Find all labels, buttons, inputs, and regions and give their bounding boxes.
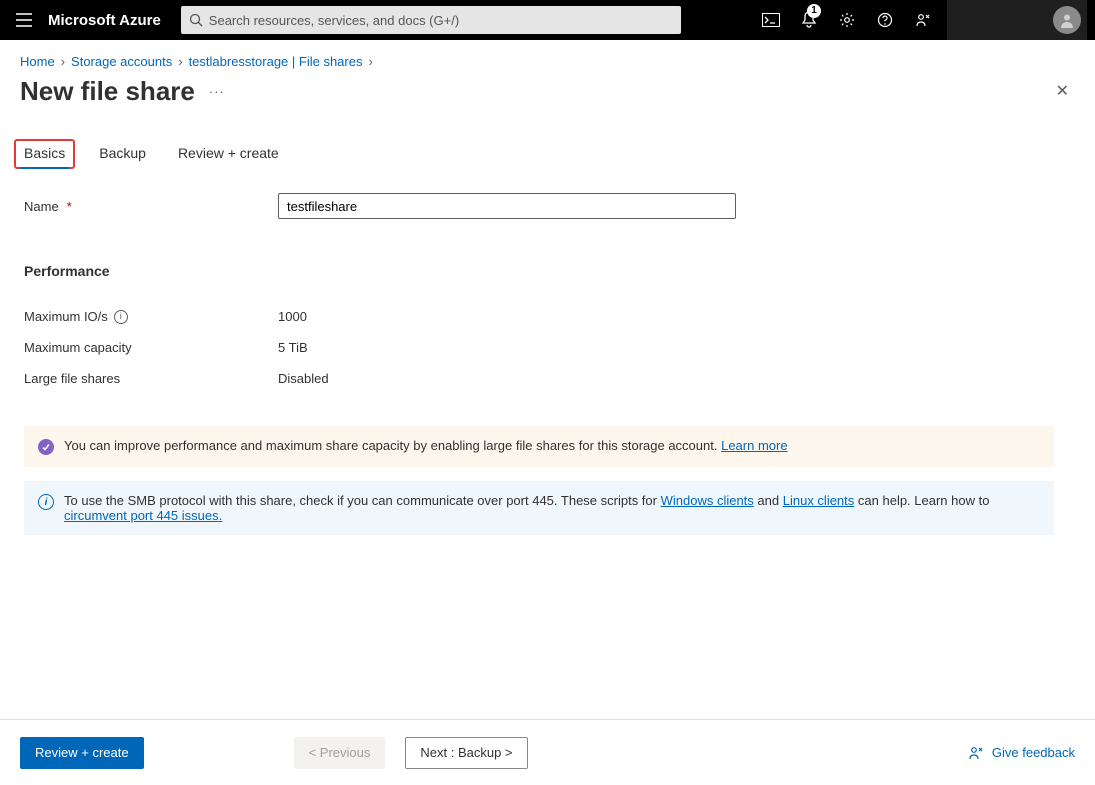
settings-gear-icon[interactable] [829, 0, 865, 40]
notifications-icon[interactable]: 1 [791, 0, 827, 40]
previous-button: < Previous [294, 737, 386, 769]
chevron-right-icon: › [178, 54, 182, 69]
tip-icon [38, 439, 54, 455]
windows-clients-link[interactable]: Windows clients [661, 493, 754, 508]
page-title: New file share [20, 76, 195, 107]
search-icon [189, 13, 203, 27]
required-marker: * [67, 199, 72, 214]
brand-label: Microsoft Azure [48, 12, 161, 29]
max-capacity-value: 5 TiB [278, 340, 308, 355]
tip-text: You can improve performance and maximum … [64, 438, 721, 453]
name-label: Name* [24, 199, 278, 214]
performance-heading: Performance [24, 263, 736, 279]
search-input[interactable] [209, 13, 673, 28]
breadcrumb-file-shares[interactable]: testlabresstorage | File shares [189, 54, 363, 69]
learn-more-link[interactable]: Learn more [721, 438, 787, 453]
global-search[interactable] [181, 6, 681, 34]
breadcrumb-storage-accounts[interactable]: Storage accounts [71, 54, 172, 69]
info-text-3: can help. Learn how to [858, 493, 990, 508]
top-header: Microsoft Azure 1 [0, 0, 1095, 40]
wizard-footer: Review + create < Previous Next : Backup… [0, 719, 1095, 785]
header-icon-group: 1 [753, 0, 941, 40]
tab-bar: Basics Backup Review + create [0, 117, 1095, 169]
account-block[interactable] [947, 0, 1087, 40]
basics-form: Name* Performance Maximum IO/s i 1000 Ma… [0, 169, 760, 394]
name-input[interactable] [278, 193, 736, 219]
tab-basics[interactable]: Basics [20, 139, 69, 169]
tab-review-create[interactable]: Review + create [176, 139, 281, 169]
max-io-label: Maximum IO/s i [24, 309, 278, 324]
chevron-right-icon: › [61, 54, 65, 69]
large-shares-value: Disabled [278, 371, 329, 386]
avatar-icon [1053, 6, 1081, 34]
info-text-2: and [757, 493, 782, 508]
review-create-button[interactable]: Review + create [20, 737, 144, 769]
info-banner: i To use the SMB protocol with this shar… [24, 481, 1054, 535]
info-icon[interactable]: i [114, 310, 128, 324]
tip-banner: You can improve performance and maximum … [24, 426, 1054, 467]
feedback-icon [968, 745, 984, 761]
max-io-value: 1000 [278, 309, 307, 324]
info-text-1: To use the SMB protocol with this share,… [64, 493, 661, 508]
help-icon[interactable] [867, 0, 903, 40]
breadcrumb: Home › Storage accounts › testlabresstor… [0, 40, 1095, 73]
cloud-shell-icon[interactable] [753, 0, 789, 40]
large-shares-label: Large file shares [24, 371, 278, 386]
info-icon: i [38, 494, 54, 510]
hamburger-menu-icon[interactable] [8, 4, 40, 36]
next-button[interactable]: Next : Backup > [405, 737, 527, 769]
notification-badge: 1 [807, 4, 821, 18]
linux-clients-link[interactable]: Linux clients [783, 493, 855, 508]
breadcrumb-home[interactable]: Home [20, 54, 55, 69]
max-capacity-label: Maximum capacity [24, 340, 278, 355]
more-actions-icon[interactable]: ··· [209, 84, 225, 99]
close-icon[interactable]: ✕ [1050, 75, 1075, 107]
chevron-right-icon: › [368, 54, 372, 69]
feedback-person-icon[interactable] [905, 0, 941, 40]
tab-backup[interactable]: Backup [97, 139, 148, 169]
title-bar: New file share ··· ✕ [0, 73, 1095, 117]
give-feedback-link[interactable]: Give feedback [968, 745, 1075, 761]
circumvent-port-link[interactable]: circumvent port 445 issues. [64, 508, 222, 523]
